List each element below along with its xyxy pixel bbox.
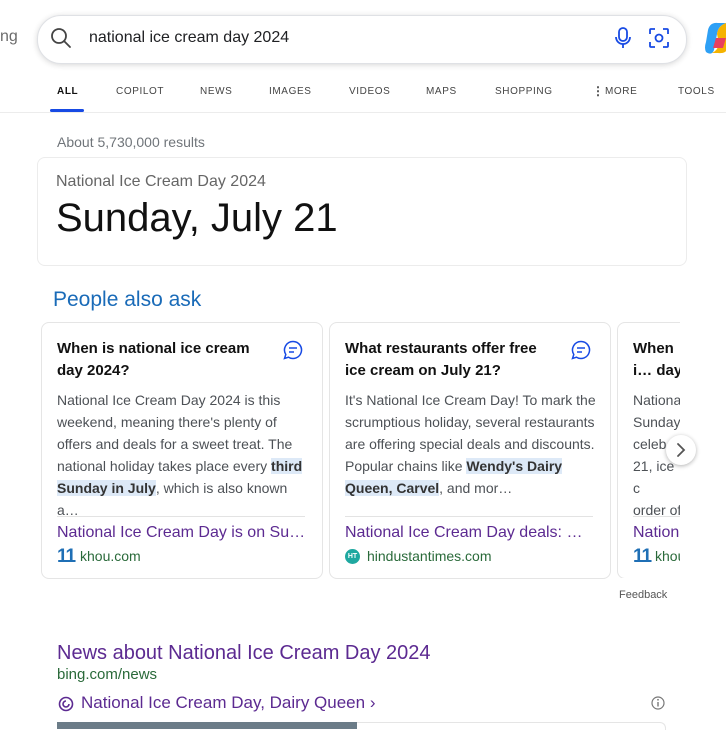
news-topic-link[interactable]: National Ice Cream Day, Dairy Queen › bbox=[81, 693, 375, 713]
answer-value: Sunday, July 21 bbox=[56, 196, 338, 240]
chevron-right-icon: › bbox=[369, 693, 376, 712]
result-count: About 5,730,000 results bbox=[57, 134, 205, 150]
tab-videos[interactable]: VIDEOS bbox=[349, 86, 390, 97]
tab-maps[interactable]: MAPS bbox=[426, 86, 457, 97]
paa-source-domain[interactable]: hindustantimes.com bbox=[367, 548, 492, 564]
tabs-divider bbox=[0, 112, 726, 113]
carousel-next-button[interactable] bbox=[666, 435, 696, 465]
tab-more[interactable]: MORE bbox=[605, 86, 637, 97]
people-also-ask-title: People also ask bbox=[53, 288, 202, 311]
info-icon[interactable] bbox=[651, 696, 665, 710]
tab-images[interactable]: IMAGES bbox=[269, 86, 312, 97]
feedback-link[interactable]: Feedback bbox=[619, 589, 667, 601]
tab-all[interactable]: ALL bbox=[57, 86, 78, 97]
paa-source-link[interactable]: National Ice Cream Day deals: W… bbox=[345, 524, 595, 542]
bing-logo-partial[interactable]: ng bbox=[0, 28, 18, 46]
paa-source-domain[interactable]: khou bbox=[655, 548, 680, 564]
paa-source-link[interactable]: Nationa bbox=[633, 524, 680, 542]
hindustantimes-favicon-icon: HT bbox=[345, 549, 360, 564]
paa-answer-snippet: National Ice Cream Day 2024 is this week… bbox=[57, 392, 303, 518]
tab-shopping[interactable]: SHOPPING bbox=[495, 86, 553, 97]
paa-source-link[interactable]: National Ice Cream Day is on Sun… bbox=[57, 524, 307, 542]
news-thumbnail[interactable] bbox=[57, 722, 357, 729]
visual-search-icon[interactable] bbox=[648, 27, 670, 49]
card-divider bbox=[57, 516, 305, 517]
chat-icon[interactable] bbox=[571, 340, 591, 360]
tab-tools[interactable]: TOOLS bbox=[678, 86, 715, 97]
chevron-right-icon bbox=[677, 443, 686, 457]
paa-answer-snippet: It's National Ice Cream Day! To mark the… bbox=[345, 392, 596, 496]
more-dots-icon: ⋮ bbox=[592, 84, 605, 98]
paa-question[interactable]: What restaurants offer free ice cream on… bbox=[345, 338, 550, 382]
paa-question[interactable]: When is national ice cream day 2024? bbox=[57, 338, 262, 382]
paa-source-domain[interactable]: khou.com bbox=[80, 548, 141, 564]
search-icon[interactable] bbox=[50, 27, 72, 49]
khou-favicon-icon: 11 bbox=[57, 546, 76, 567]
tab-news[interactable]: NEWS bbox=[200, 86, 232, 97]
card-divider bbox=[345, 516, 593, 517]
copilot-logo-icon[interactable] bbox=[704, 20, 726, 56]
news-topic-icon bbox=[58, 696, 74, 712]
chat-icon[interactable] bbox=[283, 340, 303, 360]
tab-copilot[interactable]: COPILOT bbox=[116, 86, 164, 97]
search-input[interactable]: national ice cream day 2024 bbox=[89, 29, 289, 47]
answer-label: National Ice Cream Day 2024 bbox=[56, 173, 266, 190]
microphone-icon[interactable] bbox=[614, 27, 632, 49]
news-section-title[interactable]: News about National Ice Cream Day 2024 bbox=[57, 642, 431, 665]
khou-favicon-icon: 11 bbox=[633, 546, 652, 567]
news-source-url[interactable]: bing.com/news bbox=[57, 666, 157, 683]
paa-question[interactable]: When i… day? bbox=[633, 338, 680, 382]
